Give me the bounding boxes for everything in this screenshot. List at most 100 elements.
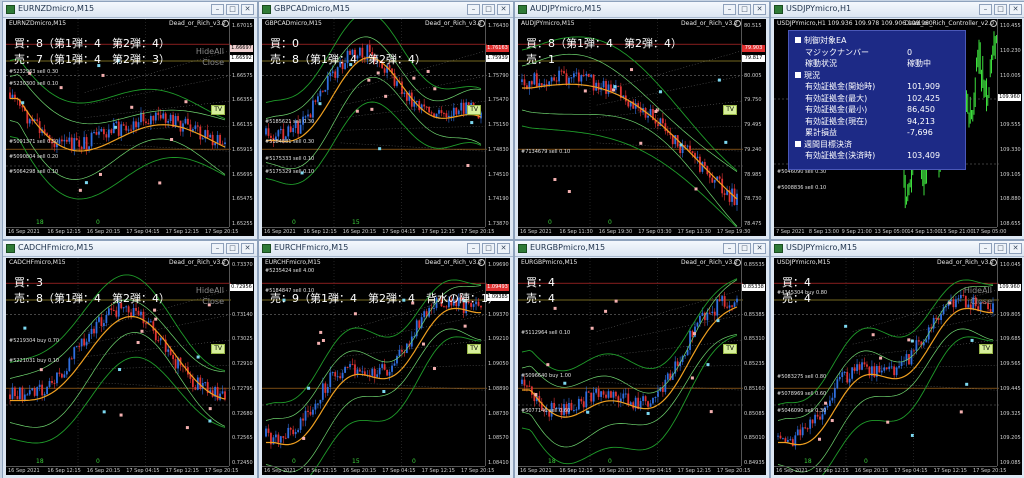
candle — [629, 402, 632, 405]
window-titlebar[interactable]: USDJPYmicro,H1 – □ ✕ — [771, 2, 1024, 18]
minimize-button[interactable]: – — [979, 243, 992, 254]
window-titlebar[interactable]: GBPCADmicro,M15 – □ ✕ — [259, 2, 513, 18]
minimize-button[interactable]: – — [467, 4, 480, 15]
trade-marker — [118, 368, 122, 372]
trade-marker — [646, 411, 650, 415]
time-tick-label: 16 Sep 12:15 — [303, 468, 337, 474]
bollinger-lower-outer — [822, 336, 994, 475]
price-chart[interactable]: 80.51580.26080.00579.75079.49579.24078.9… — [518, 19, 766, 236]
window-titlebar[interactable]: CADCHFmicro,M15 – □ ✕ — [3, 241, 257, 257]
maximize-button[interactable]: □ — [738, 243, 751, 254]
candle — [878, 365, 881, 373]
candle — [331, 71, 334, 74]
candle — [326, 387, 329, 393]
minimize-button[interactable]: – — [211, 4, 224, 15]
candle — [711, 311, 714, 314]
maximize-button[interactable]: □ — [226, 243, 239, 254]
trend-fan-line — [596, 125, 744, 131]
price-chart[interactable]: 110.045109.925109.805109.685109.565109.4… — [774, 258, 1022, 475]
tv-button[interactable]: TV — [467, 344, 481, 354]
maximize-button[interactable]: □ — [994, 243, 1007, 254]
expert-advisor-label: Dead_or_Rich_v3.2 — [425, 259, 482, 266]
chart-symbol-label: USDJPYmicro,M15 — [777, 259, 831, 266]
minimize-button[interactable]: – — [979, 4, 992, 15]
candle — [819, 416, 821, 420]
chart-window-w3[interactable]: AUDJPYmicro,M15–□✕80.51580.26080.00579.7… — [514, 1, 770, 240]
close-button[interactable]: ✕ — [1009, 243, 1022, 254]
tv-button[interactable]: TV — [467, 105, 481, 115]
candle — [103, 129, 105, 135]
price-chart[interactable]: 0.855350.854600.853850.853100.852350.851… — [518, 258, 766, 475]
candle — [570, 402, 573, 411]
panel-row-label: 有効証拠金(最小) — [805, 105, 868, 114]
time-tick-label: 16 Sep 12:15 — [815, 468, 849, 474]
trade-marker — [119, 413, 123, 417]
close-button[interactable]: ✕ — [497, 243, 510, 254]
candle — [585, 73, 588, 76]
candle — [841, 372, 844, 377]
candle — [107, 129, 110, 138]
candle — [90, 328, 93, 334]
close-button[interactable]: ✕ — [1009, 4, 1022, 15]
close-button[interactable]: ✕ — [497, 4, 510, 15]
price-chart[interactable]: 0.733700.732550.731400.730250.729100.727… — [6, 258, 254, 475]
candle — [130, 129, 132, 131]
current-price-tag: 1.76163 — [486, 45, 509, 52]
candle — [137, 122, 140, 128]
chart-window-w4[interactable]: USDJPYmicro,H1 – □ ✕ 110.455 110.230 110.005 10… — [770, 1, 1024, 240]
candle — [304, 410, 307, 421]
close-button[interactable]: ✕ — [241, 4, 254, 15]
hide-all-button[interactable]: HideAll — [196, 47, 224, 56]
close-button[interactable]: ✕ — [753, 4, 766, 15]
close-all-button[interactable]: Close — [202, 58, 224, 67]
candle — [33, 388, 36, 396]
close-button[interactable]: ✕ — [241, 243, 254, 254]
tv-button[interactable]: TV — [979, 344, 993, 354]
price-chart[interactable]: 1.764301.761101.757901.754701.751501.748… — [262, 19, 510, 236]
tv-button[interactable]: TV — [723, 344, 737, 354]
close-all-button[interactable]: Close — [970, 297, 992, 306]
maximize-button[interactable]: □ — [482, 243, 495, 254]
close-all-button[interactable]: Close — [202, 297, 224, 306]
candle — [701, 312, 704, 316]
minimize-button[interactable]: – — [211, 243, 224, 254]
chart-window-w6[interactable]: EURCHFmicro,M15–□✕1.096901.095301.093701… — [258, 240, 514, 478]
candle — [297, 429, 300, 432]
trade-marker — [470, 121, 474, 125]
minimize-button[interactable]: – — [467, 243, 480, 254]
tv-button[interactable]: TV — [211, 344, 225, 354]
chart-window-w5[interactable]: CADCHFmicro,M15–□✕0.733700.732550.731400… — [2, 240, 258, 478]
time-tick-label: 17 Sep 20:15 — [717, 468, 751, 474]
panel-row-label: 有効証拠金(現在) — [805, 116, 868, 126]
window-titlebar[interactable]: EURGBPmicro,M15 – □ ✕ — [515, 241, 769, 257]
minimize-button[interactable]: – — [723, 4, 736, 15]
window-titlebar[interactable]: USDJPYmicro,M15 – □ ✕ — [771, 241, 1024, 257]
chart-window-w1[interactable]: EURNZDmicro,M15–□✕1.670151.667951.665751… — [2, 1, 258, 240]
maximize-button[interactable]: □ — [738, 4, 751, 15]
maximize-button[interactable]: □ — [482, 4, 495, 15]
candle — [331, 372, 334, 374]
chart-window-w2[interactable]: GBPCADmicro,M15–□✕1.764301.761101.757901… — [258, 1, 514, 240]
hide-all-button[interactable]: HideAll — [964, 286, 992, 295]
candle — [605, 394, 607, 398]
chart-window-w8[interactable]: USDJPYmicro,M15–□✕110.045109.925109.8051… — [770, 240, 1024, 478]
price-chart[interactable]: 1.670151.667951.665751.663551.661351.659… — [6, 19, 254, 236]
hide-all-button[interactable]: HideAll — [196, 286, 224, 295]
tv-button[interactable]: TV — [211, 105, 225, 115]
time-tick-label: 17 Sep 04:15 — [894, 468, 928, 474]
window-titlebar[interactable]: AUDJPYmicro,M15 – □ ✕ — [515, 2, 769, 18]
minimize-button[interactable]: – — [723, 243, 736, 254]
window-titlebar[interactable]: EURNZDmicro,M15 – □ ✕ — [3, 2, 257, 18]
tv-button[interactable]: TV — [723, 105, 737, 115]
price-chart[interactable]: 1.096901.095301.093701.092101.090501.088… — [262, 258, 510, 475]
window-titlebar[interactable]: EURCHFmicro,M15 – □ ✕ — [259, 241, 513, 257]
price-chart[interactable]: 110.455110.230110.005109.780109.555109.3… — [774, 19, 1022, 236]
candle — [649, 403, 652, 407]
candle — [585, 391, 588, 408]
close-button[interactable]: ✕ — [753, 243, 766, 254]
maximize-button[interactable]: □ — [226, 4, 239, 15]
trade-marker — [844, 324, 848, 328]
candle — [607, 391, 610, 398]
maximize-button[interactable]: □ — [994, 4, 1007, 15]
chart-window-w7[interactable]: EURGBPmicro,M15–□✕0.855350.854600.853850… — [514, 240, 770, 478]
